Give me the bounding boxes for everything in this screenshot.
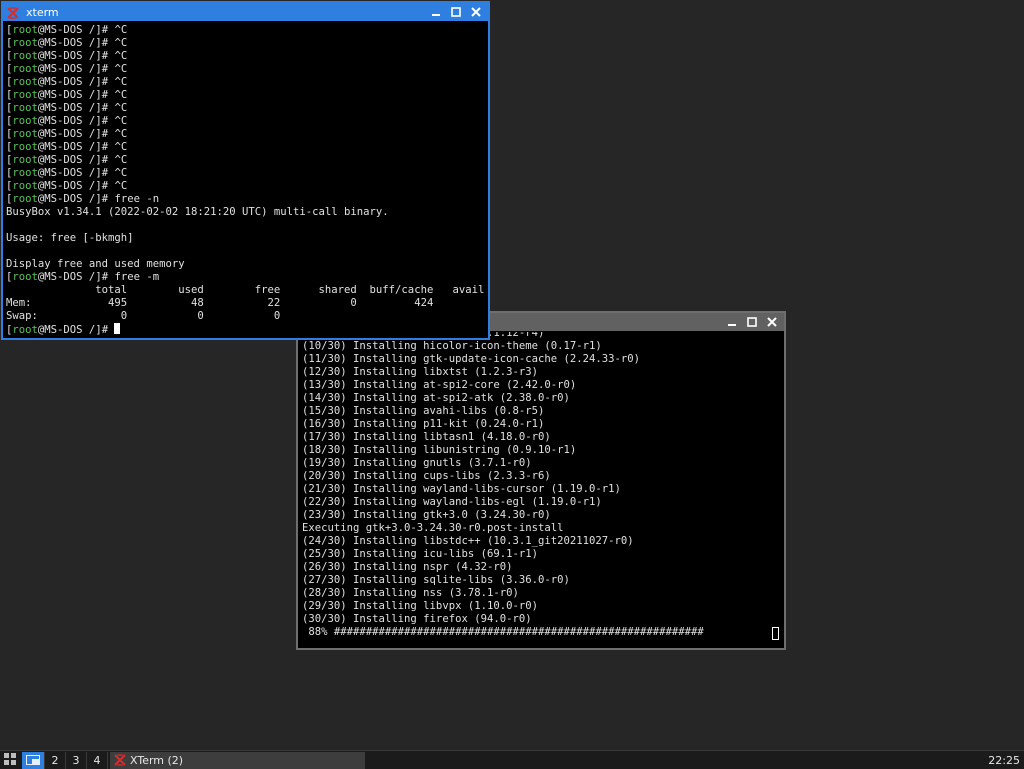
terminal-line: (18/30) Installing libunistring (0.9.10-… (302, 444, 577, 456)
terminal-line: [root@MS-DOS /]# ^C (6, 115, 128, 127)
terminal-line: (30/30) Installing firefox (94.0-r0) (302, 613, 532, 625)
minimize-icon[interactable] (426, 3, 446, 21)
terminal-line: (12/30) Installing libxtst (1.2.3-r3) (302, 366, 538, 378)
terminal-line: [root@MS-DOS /]# (6, 323, 485, 336)
desktop-4-button[interactable]: 4 (87, 751, 108, 769)
close-icon[interactable] (762, 313, 782, 331)
text-cursor (114, 323, 121, 334)
terminal-line: BusyBox v1.34.1 (2022-02-02 18:21:20 UTC… (6, 206, 389, 218)
terminal-line: (28/30) Installing nss (3.78.1-r0) (302, 587, 519, 599)
terminal-line: (16/30) Installing p11-kit (0.24.0-r1) (302, 418, 545, 430)
terminal-line: (20/30) Installing cups-libs (2.3.3-r6) (302, 470, 551, 482)
terminal-line: (15/30) Installing avahi-libs (0.8-r5) (302, 405, 545, 417)
close-icon[interactable] (466, 3, 486, 21)
desktop-1-button[interactable] (22, 751, 45, 769)
terminal-line: (23/30) Installing gtk+3.0 (3.24.30-r0) (302, 509, 551, 521)
desktop-preview-icon (26, 755, 40, 765)
terminal-line: [root@MS-DOS /]# free -m (6, 271, 160, 283)
terminal-line: (11/30) Installing gtk-update-icon-cache… (302, 353, 641, 365)
terminal-line: [root@MS-DOS /]# ^C (6, 102, 128, 114)
maximize-icon[interactable] (742, 313, 762, 331)
terminal-line: Executing gtk+3.0-3.24.30-r0.post-instal… (302, 522, 564, 534)
terminal-line: (22/30) Installing wayland-libs-egl (1.1… (302, 496, 602, 508)
terminal-line: [root@MS-DOS /]# free -n (6, 193, 160, 205)
terminal-line: Display free and used memory (6, 258, 185, 270)
progress-line: 88% ####################################… (302, 626, 781, 640)
xterm-window-install[interactable]: (9/30) Installing libevent (2.1.12-r4)(1… (296, 311, 786, 650)
menu-grid-icon[interactable] (4, 753, 18, 767)
terminal-line: (29/30) Installing libvpx (1.10.0-r0) (302, 600, 538, 612)
terminal-line: [root@MS-DOS /]# ^C (6, 63, 128, 75)
clock: 22:25 (988, 753, 1020, 767)
terminal-line: [root@MS-DOS /]# ^C (6, 141, 128, 153)
window-controls (426, 3, 486, 21)
taskbar: 2 3 4 XTerm (2) 22:25 (0, 750, 1024, 769)
terminal-line: (13/30) Installing at-spi2-core (2.42.0-… (302, 379, 577, 391)
terminal-line: [root@MS-DOS /]# ^C (6, 167, 128, 179)
terminal-line: Usage: free [-bkmgh] (6, 232, 134, 244)
window-controls (722, 313, 782, 331)
terminal-line: (27/30) Installing sqlite-libs (3.36.0-r… (302, 574, 570, 586)
terminal-line: [root@MS-DOS /]# ^C (6, 89, 128, 101)
terminal-line: (17/30) Installing libtasn1 (4.18.0-r0) (302, 431, 551, 443)
xterm-x-icon (6, 5, 20, 20)
terminal-line: (14/30) Installing at-spi2-atk (2.38.0-r… (302, 392, 570, 404)
terminal-line: (25/30) Installing icu-libs (69.1-r1) (302, 548, 538, 560)
terminal-line: [root@MS-DOS /]# ^C (6, 128, 128, 140)
terminal-line: [root@MS-DOS /]# ^C (6, 50, 128, 62)
terminal-line: [root@MS-DOS /]# ^C (6, 76, 128, 88)
terminal-output[interactable]: [root@MS-DOS /]# ^C [root@MS-DOS /]# ^C [r… (6, 24, 485, 336)
window-title: xterm (26, 5, 59, 19)
desktop-3-button[interactable]: 3 (66, 751, 87, 769)
terminal-line: (21/30) Installing wayland-libs-cursor (… (302, 483, 621, 495)
terminal-line: Mem: 495 48 22 0 424 434 (6, 297, 485, 309)
maximize-icon[interactable] (446, 3, 466, 21)
taskbar-xterm-button[interactable]: XTerm (2) (110, 751, 365, 769)
terminal-line: [root@MS-DOS /]# ^C (6, 180, 128, 192)
titlebar[interactable]: xterm (3, 3, 488, 21)
xterm-x-icon (114, 754, 126, 766)
terminal-line: [root@MS-DOS /]# ^C (6, 37, 128, 49)
terminal-line: (26/30) Installing nspr (4.32-r0) (302, 561, 513, 573)
terminal-line: (19/30) Installing gnutls (3.7.1-r0) (302, 457, 532, 469)
terminal-line: (24/30) Installing libstdc++ (10.3.1_git… (302, 535, 634, 547)
terminal-line: [root@MS-DOS /]# ^C (6, 24, 128, 36)
terminal-output[interactable]: (9/30) Installing libevent (2.1.12-r4)(1… (302, 332, 781, 646)
terminal-line: [root@MS-DOS /]# ^C (6, 154, 128, 166)
desktop-2-button[interactable]: 2 (45, 751, 66, 769)
terminal-line: Swap: 0 0 0 (6, 310, 281, 322)
xterm-window-active[interactable]: xterm [root@MS-DOS /]# ^C [root@MS-DOS /]… (1, 1, 490, 340)
task-label: XTerm (2) (130, 753, 184, 767)
terminal-line: (10/30) Installing hicolor-icon-theme (0… (302, 340, 602, 352)
minimize-icon[interactable] (722, 313, 742, 331)
text-cursor (772, 627, 779, 640)
terminal-line: total used free shared buff/cache availa… (6, 284, 485, 296)
